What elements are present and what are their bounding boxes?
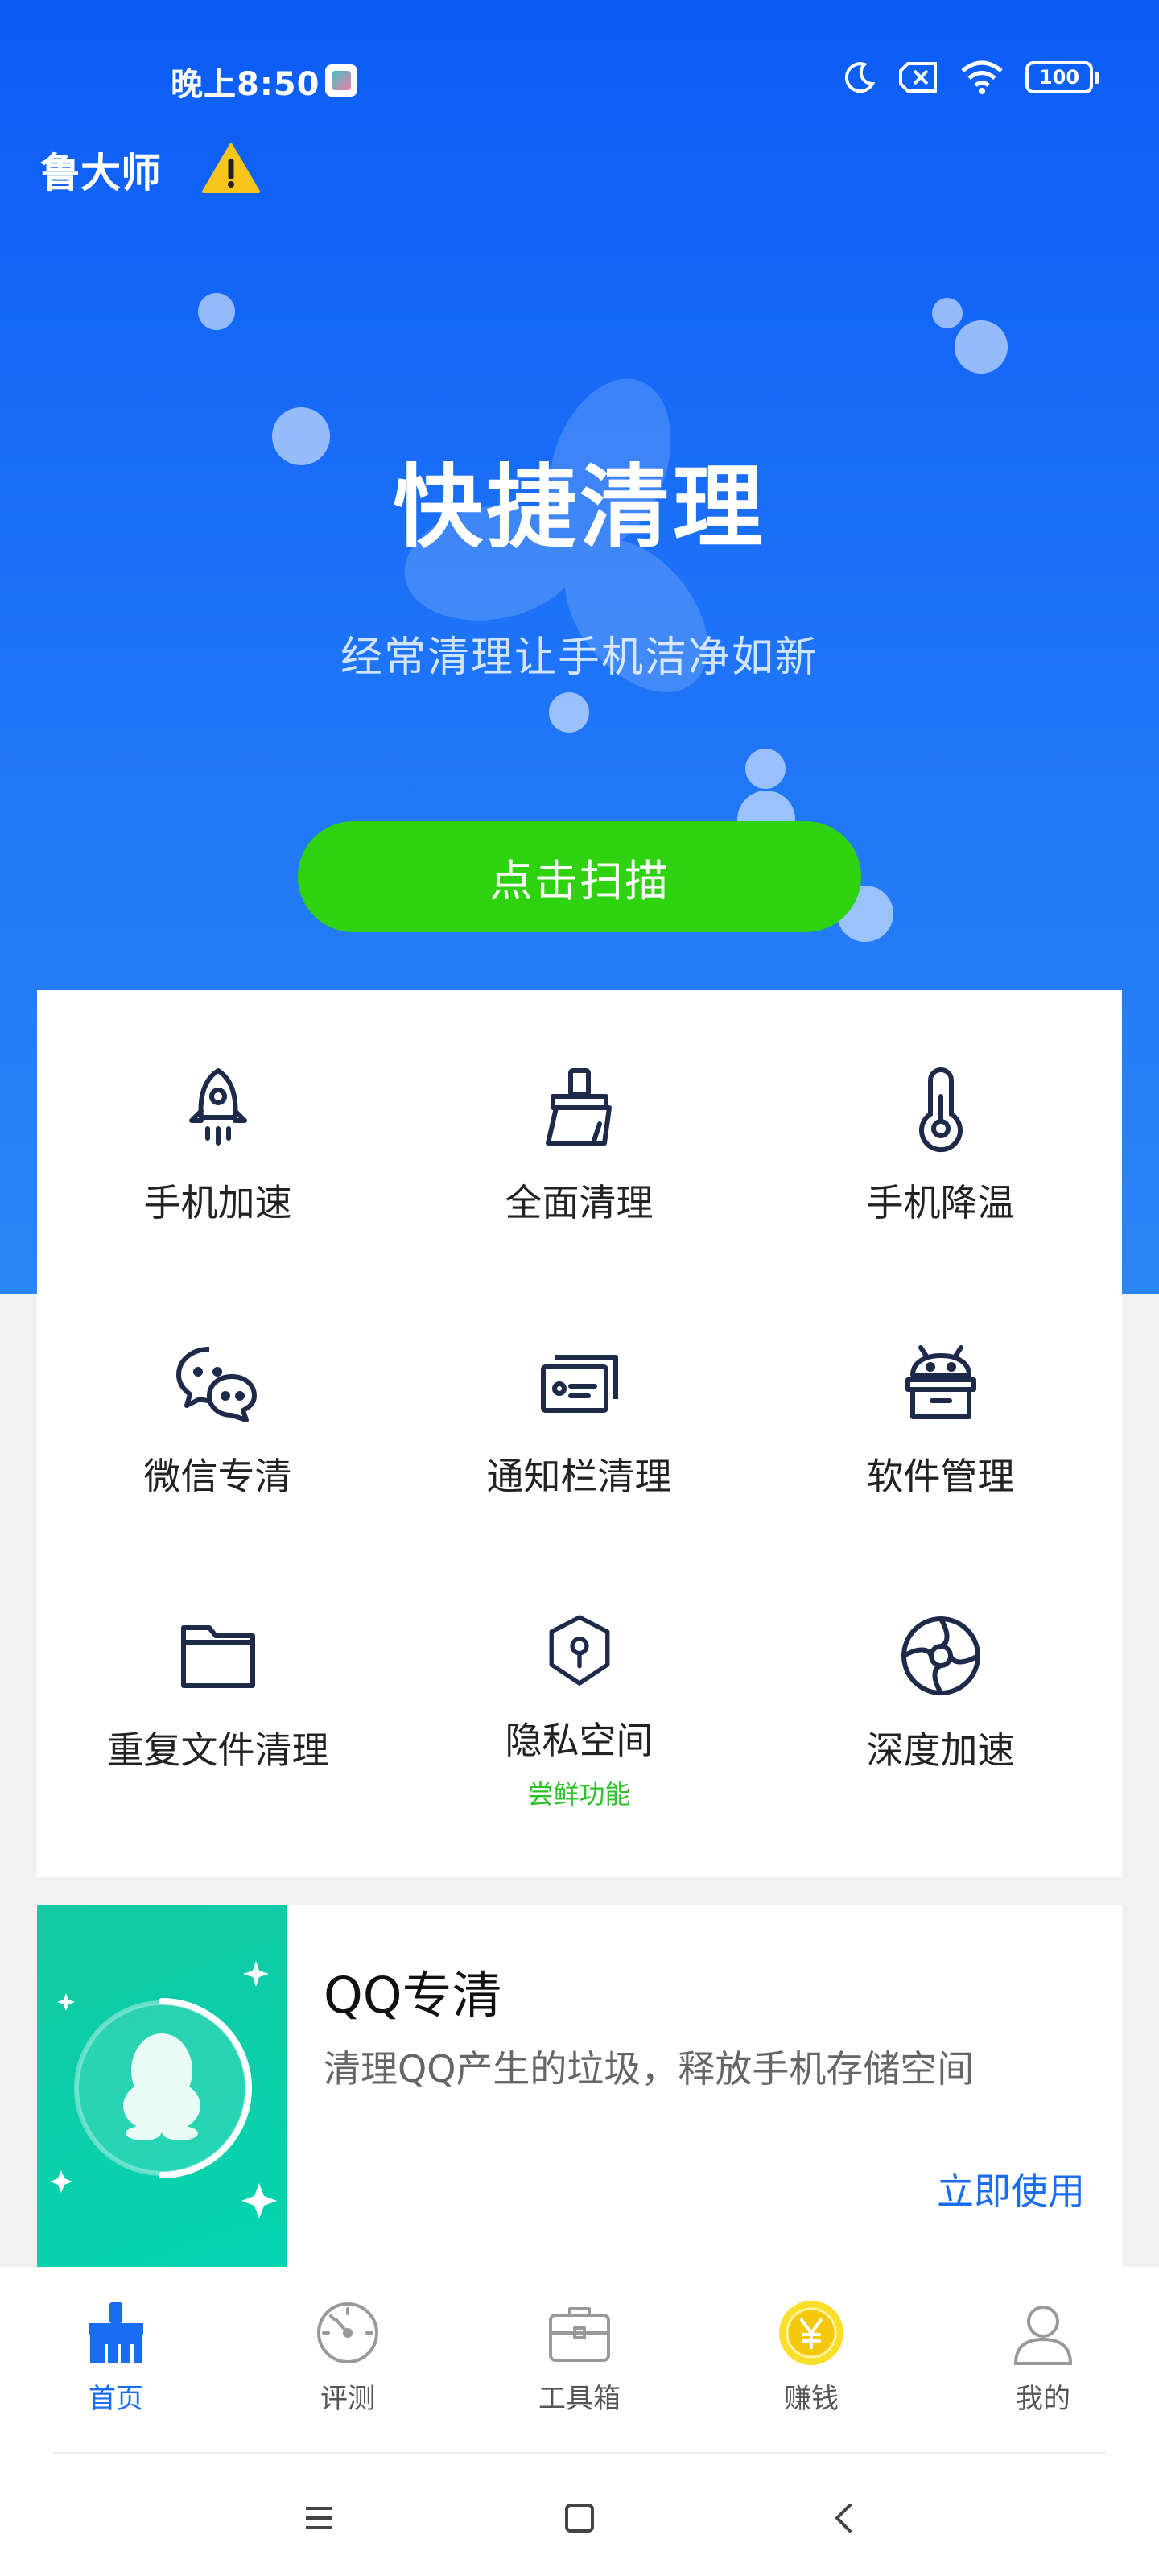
feature-phone-cooling[interactable]: 手机降温 <box>760 990 1121 1264</box>
feature-label: 重复文件清理 <box>106 1728 329 1772</box>
bubble-decoration <box>198 293 235 330</box>
home-square-icon[interactable] <box>555 2494 604 2542</box>
tab-home[interactable]: 首页 <box>35 2299 196 2416</box>
tab-label: 评测 <box>320 2383 375 2415</box>
qq-clean-card[interactable]: QQ专清 清理QQ产生的垃圾，释放手机存储空间 立即使用 <box>37 1905 1122 2272</box>
moon-icon <box>844 62 876 93</box>
tab-mine[interactable]: 我的 <box>963 2299 1124 2416</box>
system-nav-bar <box>0 2454 1159 2576</box>
feature-label: 软件管理 <box>866 1455 1015 1498</box>
aperture-icon <box>901 1616 980 1695</box>
hero-subtitle: 经常清理让手机洁净如新 <box>340 634 819 682</box>
status-time: 晚上8:50 <box>171 66 320 103</box>
feature-label: 手机加速 <box>143 1181 292 1224</box>
use-now-link[interactable]: 立即使用 <box>937 2162 1085 2215</box>
feature-label: 隐私空间 <box>505 1719 654 1762</box>
feature-label: 深度加速 <box>866 1728 1015 1772</box>
feature-label: 全面清理 <box>505 1181 654 1224</box>
feature-duplicate-files[interactable]: 重复文件清理 <box>37 1538 398 1811</box>
back-icon[interactable] <box>821 2494 869 2542</box>
broom-icon <box>545 1068 612 1146</box>
feature-label: 手机降温 <box>866 1181 1015 1224</box>
tab-label: 赚钱 <box>784 2383 839 2415</box>
feature-phone-boost[interactable]: 手机加速 <box>37 990 398 1264</box>
wifi-icon <box>961 60 1003 94</box>
toolbox-icon <box>549 2307 610 2362</box>
wechat-icon <box>175 1347 257 1422</box>
tab-benchmark[interactable]: 评测 <box>267 2299 428 2416</box>
feature-label: 通知栏清理 <box>486 1455 672 1498</box>
tab-toolbox[interactable]: 工具箱 <box>499 2299 660 2416</box>
user-icon <box>1013 2306 1073 2365</box>
bottom-tab-bar: 首页 评测 工具箱 赚钱 我的 <box>0 2267 1159 2455</box>
feature-label: 微信专清 <box>143 1455 292 1498</box>
notification-app-icon <box>325 64 357 97</box>
qq-banner <box>37 1905 287 2272</box>
tab-label: 工具箱 <box>538 2383 621 2415</box>
thermometer-icon <box>918 1067 963 1153</box>
warning-icon[interactable] <box>201 142 261 195</box>
feature-notification-clean[interactable]: 通知栏清理 <box>398 1264 760 1538</box>
android-icon <box>905 1345 976 1419</box>
tab-label: 我的 <box>1016 2383 1070 2415</box>
bubble-decoration <box>745 749 786 789</box>
speedometer-icon <box>317 2302 378 2363</box>
bubble-decoration <box>932 298 963 328</box>
menu-icon[interactable] <box>295 2494 343 2542</box>
status-bar: 晚上8:50 100 <box>0 56 1159 105</box>
scan-button[interactable]: 点击扫描 <box>298 821 861 932</box>
tab-earn[interactable]: 赚钱 <box>731 2299 892 2416</box>
sim-off-icon <box>899 62 937 93</box>
home-broom-icon <box>89 2302 143 2363</box>
trial-badge: 尝鲜功能 <box>527 1779 631 1810</box>
tab-label: 首页 <box>89 2383 143 2415</box>
feature-private-space[interactable]: 隐私空间 尝鲜功能 <box>398 1538 760 1811</box>
coin-icon <box>779 2301 843 2365</box>
qq-card-title: QQ专清 <box>324 1966 502 2025</box>
qq-penguin-icon <box>50 1961 277 2219</box>
rocket-icon <box>188 1068 247 1146</box>
hero-title: 快捷清理 <box>393 456 766 560</box>
qq-card-description: 清理QQ产生的垃圾，释放手机存储空间 <box>324 2047 975 2091</box>
feature-app-manage[interactable]: 软件管理 <box>760 1264 1121 1538</box>
feature-wechat-clean[interactable]: 微信专清 <box>37 1264 398 1538</box>
shield-lock-icon <box>549 1615 609 1686</box>
feature-full-clean[interactable]: 全面清理 <box>398 990 760 1264</box>
battery-level: 100 <box>1038 66 1080 89</box>
battery-indicator: 100 <box>1025 61 1099 93</box>
brand-name: 鲁大师 <box>40 150 161 196</box>
bubble-decoration <box>955 320 1008 374</box>
notification-icon <box>540 1355 618 1413</box>
feature-deep-boost[interactable]: 深度加速 <box>760 1538 1121 1811</box>
feature-grid: 手机加速 全面清理 手机降温 微信专清 通知栏清理 软件管理 重复文件清理 隐私… <box>37 990 1122 1877</box>
folder-icon <box>180 1625 255 1688</box>
